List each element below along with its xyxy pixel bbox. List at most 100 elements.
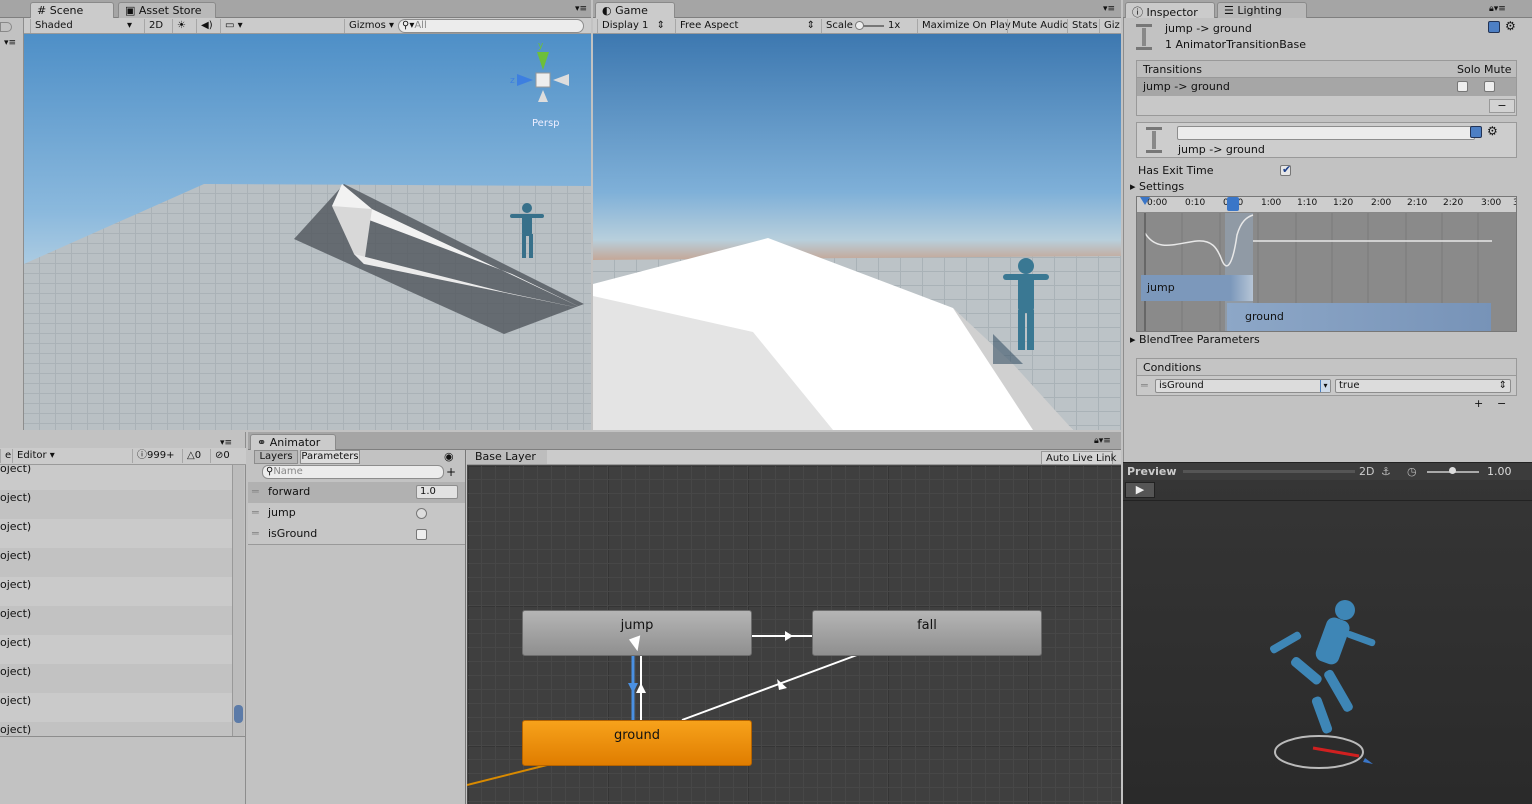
animator-breadcrumb-bar: Base Layer Auto Live Link (467, 450, 1121, 465)
mode-2d-button[interactable]: 2D (144, 19, 167, 33)
list-item[interactable]: oject) (0, 519, 232, 548)
entry-transition[interactable] (467, 764, 548, 786)
search-icon[interactable] (0, 22, 12, 32)
console-list[interactable]: oject) oject) oject) oject) oject) oject… (0, 465, 232, 769)
menu-icon[interactable]: ▾≡ (4, 38, 16, 48)
game-gizmos-toggle[interactable]: Giz (1099, 19, 1124, 33)
list-item[interactable]: oject) (0, 635, 232, 664)
condition-parameter-dropdown[interactable]: isGround ▾ (1155, 379, 1331, 393)
playhead-marker[interactable] (1140, 197, 1150, 205)
preview-character (1269, 600, 1376, 734)
parameter-search-input[interactable]: ⚲Name (262, 465, 444, 479)
tab-asset-store[interactable]: ▣ Asset Store (118, 2, 216, 18)
gizmos-dropdown[interactable]: Gizmos ▾ (344, 19, 398, 33)
mute-checkbox[interactable] (1484, 81, 1495, 92)
scrollbar-thumb[interactable] (234, 705, 243, 723)
tab-layers[interactable]: Layers (254, 450, 298, 464)
transition-name-field[interactable] (1177, 126, 1475, 140)
auto-live-link-toggle[interactable]: Auto Live Link (1041, 451, 1116, 465)
shading-dropdown[interactable]: Shaded ▾ (30, 19, 136, 33)
tab-parameters[interactable]: Parameters (300, 450, 360, 464)
gear-icon[interactable]: ⚙ (1505, 19, 1516, 33)
speed-icon[interactable]: ◷ (1407, 465, 1417, 478)
state-ground[interactable]: ground (522, 720, 752, 766)
gear-icon[interactable]: ⚙ (1487, 124, 1498, 138)
panel-menu-icon[interactable]: ▾≡ (575, 4, 587, 14)
list-item[interactable]: oject) (0, 693, 232, 722)
settings-foldout[interactable]: ▸ Settings (1130, 180, 1184, 193)
has-exit-time-checkbox[interactable]: ✔ (1280, 163, 1291, 176)
forward-value-field[interactable]: 1.0 (416, 485, 458, 499)
scene-search-input[interactable]: ⚲▾All (398, 19, 584, 33)
clip-ground[interactable]: ground (1227, 303, 1491, 331)
game-viewport[interactable] (593, 34, 1121, 430)
preview-play-button[interactable]: ▶ (1125, 482, 1155, 498)
drag-handle-icon[interactable]: ═ (1141, 379, 1148, 392)
speed-slider[interactable] (1449, 467, 1456, 474)
isground-checkbox[interactable] (416, 529, 427, 540)
aspect-dropdown[interactable]: Free Aspect ⇕ (675, 19, 819, 33)
scene-viewport[interactable]: y z Persp (24, 34, 591, 430)
scene-gizmo[interactable]: y z (510, 41, 569, 102)
tab-animator[interactable]: ⚭ Animator (250, 434, 336, 450)
tab-inspector[interactable]: ⓘ Inspector (1125, 2, 1215, 19)
list-item[interactable]: oject) (0, 548, 232, 577)
audio-toggle-icon[interactable]: ◀) (196, 19, 217, 33)
state-fall[interactable]: fall (812, 610, 1042, 656)
info-count-toggle[interactable]: ⓘ999+ (132, 449, 178, 463)
lock-icon[interactable]: 🔒︎▾≡ (1094, 436, 1111, 446)
lighting-toggle-icon[interactable]: ☀ (172, 19, 190, 33)
warning-count-toggle[interactable]: △0 (182, 449, 205, 463)
breadcrumb-base-layer[interactable]: Base Layer (467, 450, 547, 464)
console-scrollbar[interactable] (232, 465, 244, 737)
help-icon[interactable] (1470, 126, 1482, 138)
list-item[interactable]: oject) (0, 490, 232, 519)
panel-menu-icon[interactable]: ▾≡ (220, 438, 232, 448)
grid-icon: # (37, 4, 47, 17)
list-item[interactable]: oject) (0, 577, 232, 606)
tab-scene[interactable]: # Scene (30, 2, 114, 18)
error-count-toggle[interactable]: ⊘0 (210, 449, 234, 463)
lock-icon[interactable]: 🔒︎▾≡ (1489, 4, 1506, 14)
stats-toggle[interactable]: Stats (1067, 19, 1102, 33)
jump-trigger-radio[interactable] (416, 508, 427, 519)
solo-checkbox[interactable] (1457, 81, 1468, 92)
scale-slider[interactable]: Scale 1x (821, 19, 907, 33)
panel-menu-icon[interactable]: ▾≡ (1103, 4, 1115, 14)
transition-start-marker[interactable] (1227, 197, 1239, 211)
add-condition-button[interactable]: + (1474, 397, 1483, 410)
transition-timeline[interactable]: 0:00 0:10 0:20 1:00 1:10 1:20 2:00 2:10 … (1136, 196, 1517, 332)
visibility-eye-icon[interactable]: ◉ (444, 450, 454, 463)
editor-dropdown[interactable]: Editor ▾ (12, 449, 59, 463)
help-icon[interactable] (1488, 21, 1500, 33)
preview-2d-button[interactable]: 2D (1359, 465, 1374, 478)
animator-graph[interactable]: jump fall ground (467, 465, 1121, 804)
display-dropdown[interactable]: Display 1 ⇕ (597, 19, 669, 33)
game-tabbar: ◐ Game ▾≡ (593, 0, 1121, 18)
transition-fall-ground[interactable] (681, 654, 858, 721)
parameter-row-forward[interactable]: ═ forward 1.0 (248, 482, 465, 503)
maximize-on-play-toggle[interactable]: Maximize On Play (917, 19, 1015, 33)
tab-game[interactable]: ◐ Game (595, 2, 675, 18)
persp-label[interactable]: Persp (532, 118, 560, 129)
pivot-icon[interactable]: ⚓ (1381, 465, 1391, 478)
store-icon: ▣ (125, 4, 136, 17)
list-item[interactable]: oject) (0, 664, 232, 693)
clip-jump[interactable]: jump (1141, 275, 1253, 301)
tab-lighting[interactable]: ☰ Lighting (1217, 2, 1307, 18)
blendtree-foldout[interactable]: ▸ BlendTree Parameters (1130, 333, 1260, 346)
mute-audio-toggle[interactable]: Mute Audio (1007, 19, 1073, 33)
svg-text:z: z (510, 76, 515, 86)
transition-icon (1136, 24, 1152, 50)
remove-transition-button[interactable]: − (1489, 99, 1515, 113)
condition-value-dropdown[interactable]: true ⇕ (1335, 379, 1511, 393)
add-parameter-button[interactable]: + (446, 465, 456, 479)
parameter-row-jump[interactable]: ═ jump (248, 503, 465, 524)
list-item[interactable]: oject) (0, 465, 232, 490)
preview-viewport[interactable]: ▶ (1123, 480, 1532, 804)
list-item[interactable]: oject) (0, 606, 232, 635)
parameter-row-isground[interactable]: ═ isGround (248, 524, 465, 545)
remove-condition-button[interactable]: − (1497, 397, 1506, 410)
effects-dropdown-icon[interactable]: ▭ ▾ (220, 19, 247, 33)
transition-row[interactable]: jump -> ground (1137, 78, 1516, 96)
